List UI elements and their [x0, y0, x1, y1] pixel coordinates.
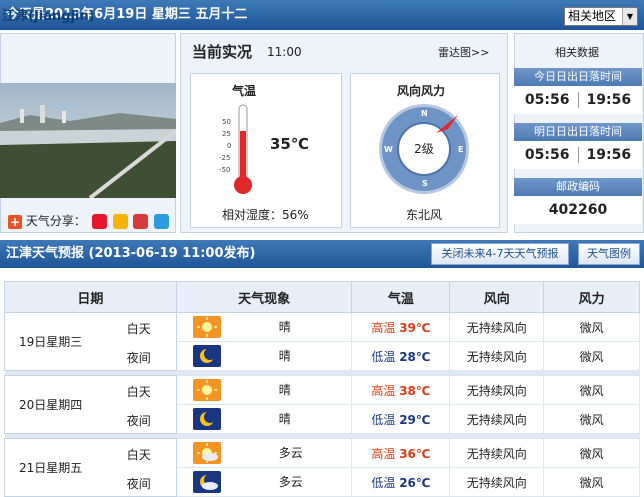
temp-tick: -50: [219, 166, 231, 174]
forecast-wind-dir: 无持续风向: [449, 467, 545, 497]
col-header: 日期: [4, 281, 177, 313]
forecast-temp-label: 低温: [371, 412, 396, 427]
sun-cloud-icon: [192, 442, 221, 464]
forecast-phenomenon: 多云: [278, 474, 303, 489]
temperature-box: [190, 73, 342, 228]
forecast-period: 白天: [126, 448, 151, 462]
city-name: 江津(Jiangjin): [2, 9, 95, 24]
radar-link[interactable]: 雷达图>>: [438, 44, 489, 60]
forecast-temp-label: 低温: [371, 349, 396, 364]
temp-value: 35℃: [270, 135, 310, 153]
today-sun-times: 05:56 19:56: [514, 86, 642, 114]
forecast-wind-force: 微风: [543, 341, 640, 371]
col-header: 气温: [351, 281, 451, 313]
forecast-wind-force: 微风: [543, 312, 640, 342]
forecast-temp-label: 高温: [371, 383, 396, 398]
forecast-period: 白天: [126, 322, 151, 336]
chevron-down-icon[interactable]: ▼: [622, 8, 637, 25]
forecast-wind-dir: 无持续风向: [449, 375, 545, 405]
top-bar: 今天是2013年6月19日 星期三 五月十二: [0, 0, 644, 30]
forecast-temp-label: 高温: [371, 320, 396, 335]
current-time: 11:00: [267, 45, 302, 59]
wind-title: 风向风力: [397, 84, 446, 98]
postcode-value: 402260: [514, 196, 642, 224]
renren-icon[interactable]: [133, 214, 149, 229]
forecast-phenomenon: 多云: [278, 445, 303, 460]
table-row: 21日星期五 白天 多云 高温 36℃ 无持续风向 微风: [4, 438, 640, 497]
city-photo: [0, 83, 176, 198]
forecast-phenomenon: 晴: [278, 319, 291, 334]
forecast-wind-dir: 无持续风向: [449, 341, 545, 371]
forecast-temp-value: 39℃: [399, 320, 431, 335]
close-extended-forecast-button[interactable]: 关闭未来4-7天天气预报: [431, 243, 569, 265]
forecast-table: 日期 天气现象 气温 风向 风力 19日星期三 白天晴高温 39℃ 无持续风向 微风夜…: [4, 281, 640, 497]
forecast-title: 江津天气预报 (2013-06-19 11:00发布): [6, 246, 256, 261]
forecast-wind-dir: 无持续风向: [449, 404, 545, 434]
forecast-temp-value: 38℃: [399, 383, 431, 398]
sun-icon: [192, 379, 221, 401]
forecast-temp-label: 高温: [371, 446, 396, 461]
forecast-phenomenon: 晴: [278, 411, 291, 426]
weather-legend-button[interactable]: 天气图例: [578, 243, 640, 265]
today-sun-label: 今日日出日落时间: [514, 68, 642, 86]
temp-tick: 50: [222, 118, 231, 126]
col-header: 风向: [449, 281, 545, 313]
wind-direction: 东北风: [406, 208, 443, 222]
col-header: 天气现象: [175, 281, 353, 313]
forecast-period: 白天: [126, 385, 151, 399]
forecast-wind-dir: 无持续风向: [449, 312, 545, 342]
current-title: 当前实况: [192, 43, 253, 61]
forecast-wind-force: 微风: [543, 467, 640, 497]
side-title: 相关数据: [555, 46, 599, 59]
humidity-text: 相对湿度：56%: [222, 208, 309, 222]
forecast-temp-value: 26℃: [399, 475, 431, 490]
forecast-wind-force: 微风: [543, 438, 640, 468]
share-row: + 天气分享：: [8, 212, 170, 229]
temp-title: 气温: [232, 84, 257, 98]
moon-cloud-icon: [192, 471, 221, 493]
postcode-label: 邮政编码: [514, 178, 642, 196]
temp-tick: -25: [219, 154, 231, 162]
moon-icon: [192, 345, 221, 367]
col-header: 风力: [543, 281, 640, 313]
forecast-temp-label: 低温: [371, 475, 396, 490]
forecast-temp-value: 36℃: [399, 446, 431, 461]
qzone-icon[interactable]: [154, 214, 170, 229]
forecast-temp-value: 28℃: [399, 349, 431, 364]
forecast-wind-force: 微风: [543, 404, 640, 434]
forecast-period: 夜间: [126, 414, 151, 428]
forecast-phenomenon: 晴: [278, 348, 291, 363]
temp-tick: 0: [227, 142, 232, 150]
temp-tick: 25: [222, 130, 231, 138]
moon-icon: [192, 408, 221, 430]
weibo-icon[interactable]: [91, 214, 107, 229]
forecast-period: 夜间: [126, 477, 151, 491]
forecast-phenomenon: 晴: [278, 382, 291, 397]
forecast-temp-value: 29℃: [399, 412, 431, 427]
tencent-icon[interactable]: [112, 214, 128, 229]
tomorrow-sun-label: 明日日出日落时间: [514, 123, 642, 141]
thermometer-icon: [233, 103, 253, 194]
table-row: 20日星期四 白天晴高温 38℃ 无持续风向 微风: [4, 375, 640, 434]
plus-icon[interactable]: +: [8, 214, 22, 229]
sun-icon: [192, 316, 221, 338]
forecast-wind-force: 微风: [543, 375, 640, 405]
region-select[interactable]: 相关地区 ▼: [564, 7, 638, 26]
forecast-period: 夜间: [126, 351, 151, 365]
compass-icon: N E S W 2级: [379, 104, 469, 194]
forecast-wind-dir: 无持续风向: [449, 438, 545, 468]
tomorrow-sun-times: 05:56 19:56: [514, 141, 642, 169]
table-row: 19日星期三 白天晴高温 39℃ 无持续风向 微风: [4, 312, 640, 371]
